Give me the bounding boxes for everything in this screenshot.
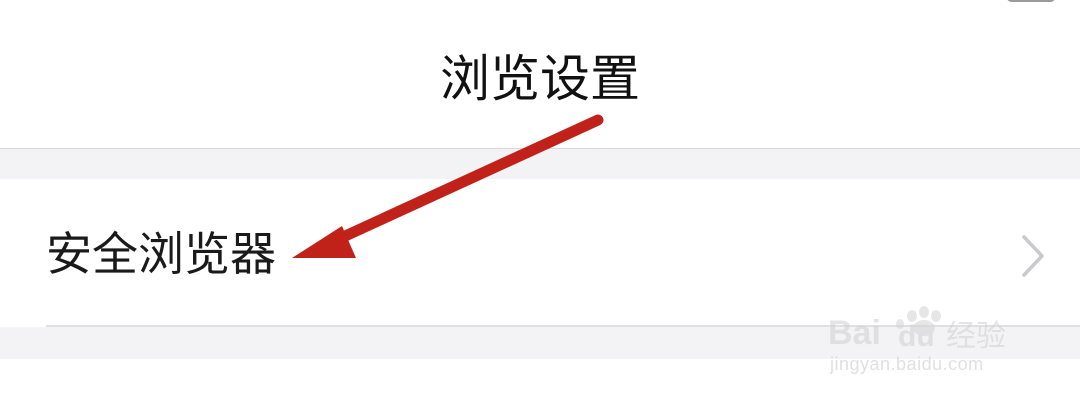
- section-separator-top: [0, 149, 1080, 179]
- baidu-jingyan-watermark: Bai du 经验 jingyan.baidu.com: [826, 282, 1026, 382]
- chevron-right-icon: [1022, 235, 1044, 277]
- svg-text:Bai: Bai: [828, 314, 881, 352]
- navigation-bar: 浏览设置: [0, 14, 1080, 149]
- svg-text:du: du: [898, 320, 935, 353]
- svg-text:经验: 经验: [946, 319, 1006, 354]
- battery-icon: [1006, 0, 1056, 2]
- page-title: 浏览设置: [440, 50, 640, 108]
- settings-row-label: 安全浏览器: [46, 227, 276, 281]
- baidu-paw-logo-icon: Bai du 经验: [828, 306, 1006, 354]
- status-bar: [0, 0, 1080, 14]
- watermark-url: jingyan.baidu.com: [830, 354, 984, 374]
